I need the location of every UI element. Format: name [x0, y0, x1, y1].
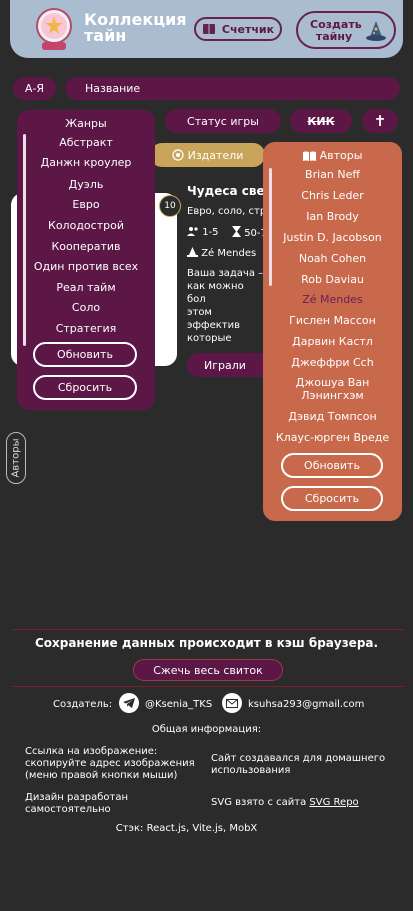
kik-filter[interactable]: КИК [290, 109, 352, 133]
genres-title-label: Жанры [65, 117, 107, 130]
sort-button[interactable]: А-Я [13, 77, 56, 100]
app-header: Коллекция тайн Счетчик Создать тайну [10, 0, 403, 58]
played-button[interactable]: Играли [187, 353, 263, 377]
open-book-icon [302, 151, 316, 161]
authors-scrollbar[interactable] [269, 168, 272, 286]
author-item[interactable]: Джошуа Ван Лэнингхэм [263, 376, 402, 402]
genre-item[interactable]: Реал тайм [17, 281, 155, 294]
genre-item[interactable]: Соло [17, 301, 155, 314]
author-item[interactable]: Гислен Массон [263, 314, 402, 327]
footer-divider [12, 686, 405, 687]
svg-source-prefix: SVG взято с сайта [211, 797, 307, 808]
genres-dropdown: Жанры Абстракт Данжн кроулер Дуэль Евро … [17, 110, 155, 410]
side-tab-label: Авторы [10, 438, 22, 478]
genre-item[interactable]: Дуэль [17, 178, 155, 191]
tech-stack: Стэк: React.js, Vite.js, MobX [115, 823, 258, 834]
seal-icon [172, 149, 184, 161]
game-card-players: 1-5 [187, 226, 219, 238]
search-input[interactable]: Название [65, 77, 400, 100]
telegram-link[interactable]: @Ksenia_TKS [145, 699, 212, 711]
creator-label: Создатель: [53, 699, 113, 710]
email-link[interactable]: ksuhsa293@gmail.com [248, 699, 364, 711]
wizard-hat-icon [187, 247, 198, 257]
genre-item[interactable]: Евро [17, 198, 155, 211]
general-info-heading: Общая информация: [151, 724, 262, 735]
crystal-ball-icon [36, 8, 72, 50]
authors-title: Авторы [263, 149, 402, 162]
genres-update-button[interactable]: Обновить [33, 342, 137, 367]
site-purpose-note: Сайт создавался для домашнего использова… [211, 753, 386, 776]
app-title: Коллекция тайн [84, 10, 187, 45]
genre-item[interactable]: Абстракт [17, 136, 155, 149]
game-card-author: Zé Mendes [187, 247, 265, 259]
publishers-filter[interactable]: Издатели [150, 143, 265, 167]
author-item[interactable]: Chris Leder [263, 189, 402, 202]
genres-title: Жанры [17, 117, 155, 130]
genre-item[interactable]: Кооператив [17, 240, 155, 253]
game-card-genres: Евро, соло, стр [187, 206, 265, 217]
author-item[interactable]: Джеффри Cch [263, 356, 402, 369]
svg-source-note: SVG взято с сайта SVG Repo [211, 797, 359, 809]
wizard-hat-icon [366, 21, 386, 41]
author-item[interactable]: Noah Cohen [263, 252, 402, 265]
author-item[interactable]: Justin D. Jacobson [263, 231, 402, 244]
design-note: Дизайн разработан самостоятельно [25, 792, 129, 815]
author-item[interactable]: Ian Brody [263, 210, 402, 223]
author-label: Zé Mendes [201, 248, 257, 259]
footer-divider [12, 629, 405, 630]
authors-dropdown: Авторы Brian Neff Chris Leder Ian Brody … [263, 142, 402, 521]
book-icon [202, 24, 215, 34]
author-item-selected[interactable]: Zé Mendes [263, 293, 402, 306]
authors-update-button[interactable]: Обновить [281, 453, 383, 478]
authors-title-label: Авторы [319, 149, 363, 162]
burn-scroll-button[interactable]: Сжечь весь свиток [133, 659, 283, 681]
game-card-number: 10 [159, 195, 181, 217]
email-icon[interactable] [222, 693, 242, 713]
players-icon [187, 227, 198, 236]
game-card-title: Чудеса света [187, 184, 267, 198]
genre-item[interactable]: Один против всех [17, 260, 155, 273]
author-item[interactable]: Клаус-юрген Вреде [263, 431, 402, 444]
genre-item[interactable]: Данжн кроулер [17, 156, 155, 169]
cross-filter[interactable]: ✝ [362, 109, 398, 133]
counter-label: Счетчик [221, 22, 275, 36]
author-item[interactable]: Brian Neff [263, 168, 402, 181]
svg-repo-link[interactable]: SVG Repo [309, 797, 358, 808]
authors-reset-button[interactable]: Сбросить [281, 486, 383, 511]
publishers-label: Издатели [187, 148, 244, 162]
game-status-filter[interactable]: Статус игры [165, 109, 281, 133]
telegram-icon[interactable] [119, 693, 139, 713]
authors-side-tab[interactable]: Авторы [6, 432, 26, 484]
author-item[interactable]: Дэвид Томпсон [263, 410, 402, 423]
author-item[interactable]: Rob Daviau [263, 273, 402, 286]
game-card-time: 50-7 [232, 226, 266, 239]
hourglass-icon [232, 226, 241, 237]
genres-reset-button[interactable]: Сбросить [33, 375, 137, 400]
game-card-description: Ваша задача – как можно бол этом эффекти… [187, 268, 264, 347]
create-label: Создать тайну [310, 18, 362, 43]
genre-item[interactable]: Стратегия [17, 322, 155, 335]
counter-button[interactable]: Счетчик [194, 17, 282, 41]
create-mystery-button[interactable]: Создать тайну [296, 11, 396, 49]
author-item[interactable]: Дарвин Кастл [263, 335, 402, 348]
players-label: 1-5 [202, 227, 219, 238]
genre-item[interactable]: Колодострой [17, 219, 155, 232]
cache-note: Сохранение данных происходит в кэш брауз… [34, 636, 379, 650]
image-link-note: Ссылка на изображение: скопируйте адрес … [25, 746, 195, 781]
